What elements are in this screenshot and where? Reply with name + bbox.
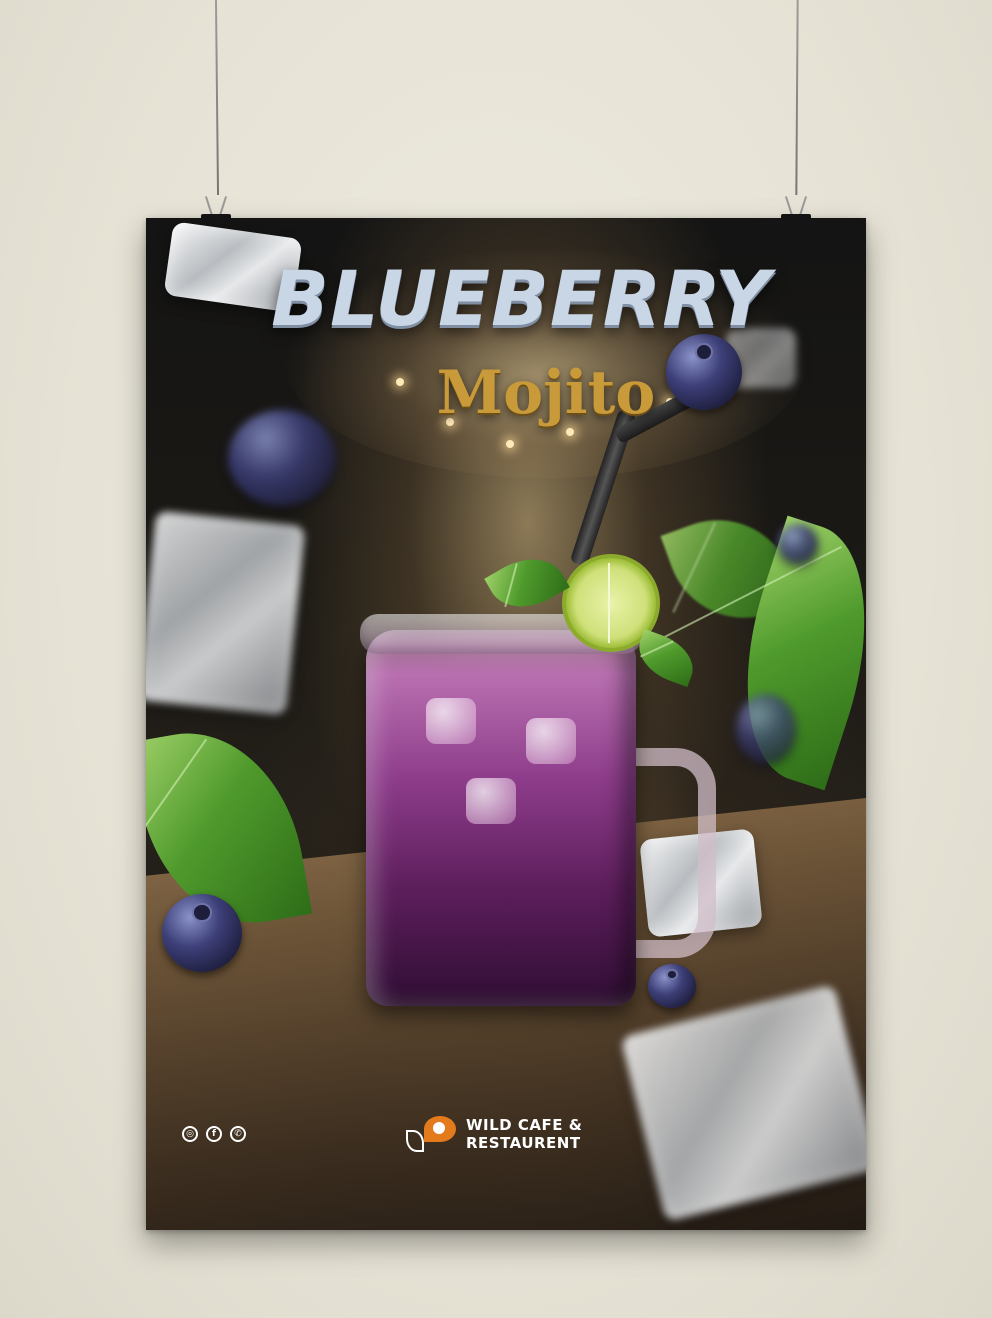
instagram-icon[interactable]: ◎ [182, 1126, 198, 1142]
mint-garnish [484, 543, 570, 623]
ice-in-drink [466, 778, 516, 824]
hanging-wire-right [795, 0, 799, 196]
lime-segment [608, 563, 610, 643]
brand-name: WILD CAFE & RESTAURENT [466, 1116, 582, 1152]
brand-line-1: WILD CAFE & [466, 1116, 583, 1134]
blueberry [162, 894, 242, 972]
poster-subtitle: Mojito [436, 358, 656, 428]
bokeh-light [506, 440, 514, 448]
bokeh-light [566, 428, 574, 436]
brand-line-2: RESTAURENT [466, 1134, 581, 1152]
blueberry-blurred [778, 524, 818, 564]
ice-in-drink [526, 718, 576, 764]
poster-title: BLUEBERRY [271, 254, 771, 343]
wild-cafe-logo-icon [402, 1114, 458, 1154]
ice-cube-blurred [146, 510, 306, 716]
blueberry-blurred [736, 694, 796, 764]
mint-garnish [630, 628, 702, 688]
social-icons: ◎ f ✆ [182, 1126, 246, 1142]
whatsapp-icon[interactable]: ✆ [230, 1126, 246, 1142]
ice-in-drink [426, 698, 476, 744]
brand-block: WILD CAFE & RESTAURENT [402, 1114, 582, 1154]
hanging-wire-left [214, 0, 220, 196]
blueberry [648, 964, 696, 1008]
facebook-icon[interactable]: f [206, 1126, 222, 1142]
poster: BLUEBERRY Mojito ◎ f ✆ WILD CAFE & RESTA… [146, 218, 866, 1230]
